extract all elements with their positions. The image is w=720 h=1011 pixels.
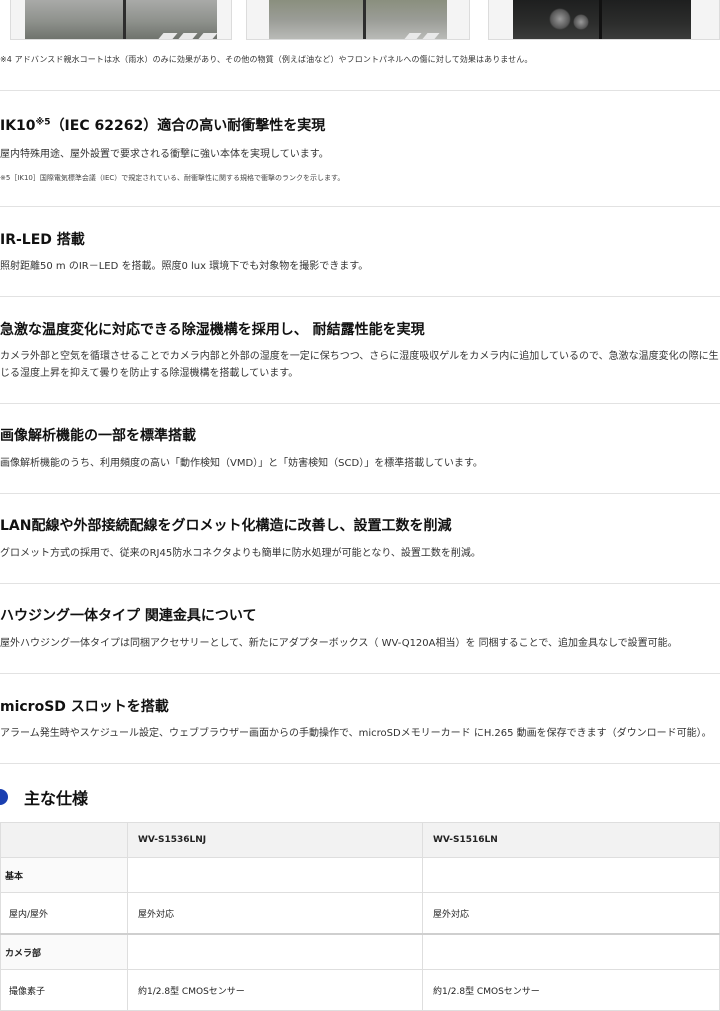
- section-title: microSD スロットを搭載: [0, 699, 169, 715]
- title-rest: （IEC 62262）適合の高い耐衝撃性を実現: [50, 118, 326, 134]
- table-row: 屋内/屋外 屋外対応 屋外対応: [0, 892, 720, 935]
- section-housing: ハウジング一体タイプ 関連金具について 屋外ハウジング一体タイプは同梱アクセサリ…: [0, 583, 720, 674]
- table-row: 基本: [0, 857, 720, 893]
- table-header-cell: [0, 822, 128, 858]
- row-label: 基本: [0, 857, 128, 893]
- section-title: IK10※5（IEC 62262）適合の高い耐衝撃性を実現: [0, 115, 325, 135]
- section-microsd: microSD スロットを搭載 アラーム発生時やスケジュール設定、ウェブブラウザ…: [0, 673, 720, 764]
- row-value: 屋外対応: [127, 892, 423, 935]
- title-main: IK10: [0, 118, 36, 134]
- section-body: グロメット方式の採用で、従来のRJ45防水コネクタよりも簡単に防水処理が可能とな…: [0, 548, 481, 559]
- section-ir-led: IR-LED 搭載 照射距離50 m のIR－LED を搭載。照度0 lux 環…: [0, 206, 720, 297]
- section-dehumidify: 急激な温度変化に対応できる除湿機構を採用し、 耐結露性能を実現 カメラ外部と空気…: [0, 296, 720, 404]
- section-title: 急激な温度変化に対応できる除湿機構を採用し、 耐結露性能を実現: [0, 322, 425, 338]
- section-ik10: IK10※5（IEC 62262）適合の高い耐衝撃性を実現 屋内特殊用途、屋外設…: [0, 90, 720, 207]
- section-title: LAN配線や外部接続配線をグロメット化構造に改善し、設置工数を削減: [0, 518, 452, 534]
- section-body: アラーム発生時やスケジュール設定、ウェブブラウザー画面からの手動操作で、micr…: [0, 728, 712, 739]
- footnote-5: ※5［IK10］国際電気標準会議（IEC）で規定されている、耐衝撃性に関する規格…: [0, 174, 345, 182]
- table-row: カメラ部: [0, 933, 720, 970]
- section-title: ハウジング一体タイプ 関連金具について: [0, 608, 257, 624]
- row-label: カメラ部: [0, 933, 128, 970]
- section-body: カメラ外部と空気を循環させることでカメラ内部と外部の湿度を一定に保ちつつ、さらに…: [0, 351, 719, 379]
- sample-images-strip: [0, 0, 720, 40]
- section-body: 屋外ハウジング一体タイプは同梱アクセサリーとして、新たにアダプターボックス（ W…: [0, 638, 678, 649]
- row-value: 屋外対応: [422, 892, 720, 935]
- table-header-row: WV-S1536LNJ WV-S1516LN: [0, 822, 720, 858]
- specs-title: 主な仕様: [24, 789, 89, 808]
- section-body: 屋内特殊用途、屋外設置で要求される衝撃に強い本体を実現しています。: [0, 149, 329, 160]
- table-row: 撮像素子 約1/2.8型 CMOSセンサー 約1/2.8型 CMOSセンサー: [0, 969, 720, 1011]
- title-sup: ※5: [35, 117, 51, 128]
- section-title: 画像解析機能の一部を標準搭載: [0, 428, 196, 444]
- table-header-cell: WV-S1516LN: [422, 822, 720, 858]
- divider: [0, 763, 720, 764]
- row-value: 約1/2.8型 CMOSセンサー: [422, 969, 720, 1011]
- section-image-analysis: 画像解析機能の一部を標準搭載 画像解析機能のうち、利用頻度の高い「動作検知（VM…: [0, 403, 720, 494]
- section-body: 画像解析機能のうち、利用頻度の高い「動作検知（VMD）」と「妨害検知（SCD）」…: [0, 458, 483, 469]
- row-label: 撮像素子: [0, 969, 128, 1011]
- heading-bullet-icon: [0, 789, 8, 805]
- specs-table: WV-S1536LNJ WV-S1516LN 基本 屋内/屋外 屋外対応 屋外対…: [0, 822, 720, 1011]
- section-title: IR-LED 搭載: [0, 232, 85, 248]
- sample-image-coated: [246, 0, 470, 40]
- section-body: 照射距離50 m のIR－LED を搭載。照度0 lux 環境下でも対象物を撮影…: [0, 261, 369, 272]
- row-value: [422, 857, 720, 893]
- row-value: [422, 933, 720, 970]
- row-value: 約1/2.8型 CMOSセンサー: [127, 969, 423, 1011]
- sample-image-day: [10, 0, 232, 40]
- row-label: 屋内/屋外: [0, 892, 128, 935]
- table-header-cell: WV-S1536LNJ: [127, 822, 423, 858]
- section-grommet: LAN配線や外部接続配線をグロメット化構造に改善し、設置工数を削減 グロメット方…: [0, 493, 720, 584]
- row-value: [127, 933, 423, 970]
- row-value: [127, 857, 423, 893]
- sample-image-night: [488, 0, 720, 40]
- footnote-4: ※4 アドバンスド親水コートは水（雨水）のみに効果があり、その他の物質（例えば油…: [0, 55, 533, 64]
